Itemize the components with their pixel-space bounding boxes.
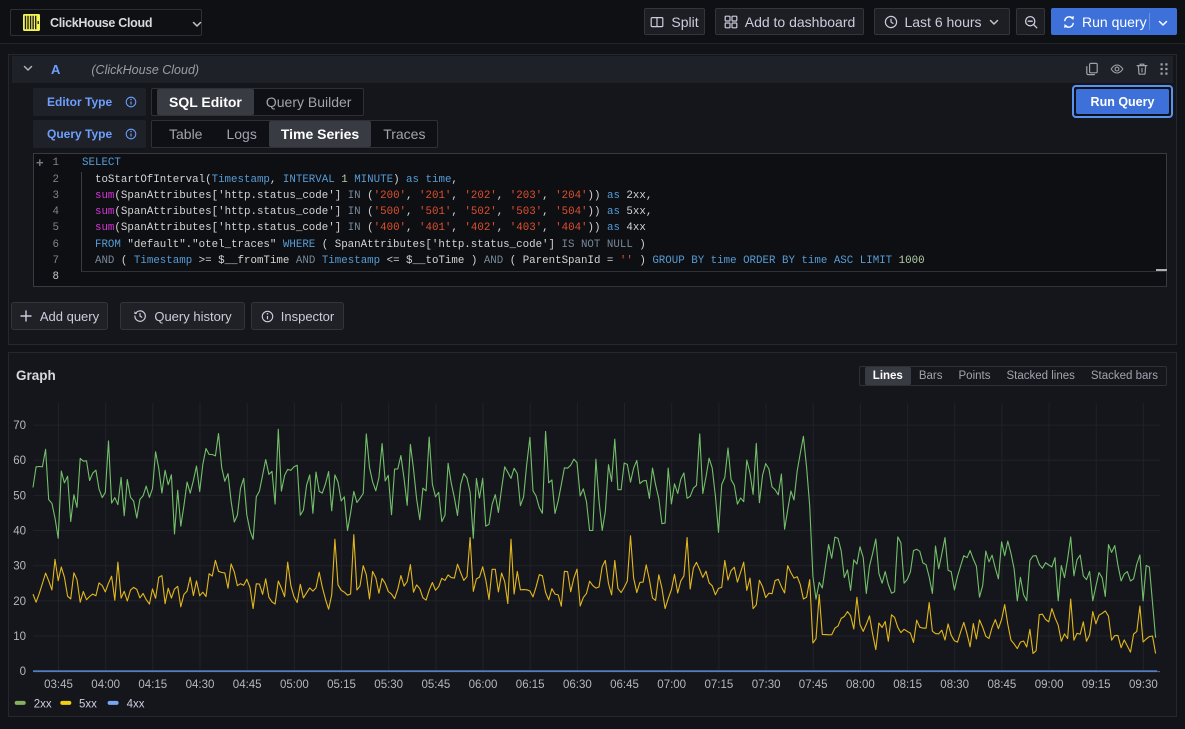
svg-text:40: 40 [13,526,26,538]
svg-text:04:15: 04:15 [138,679,167,691]
svg-text:07:15: 07:15 [705,679,734,691]
svg-text:07:45: 07:45 [799,679,828,691]
svg-text:08:45: 08:45 [988,679,1017,691]
svg-text:09:30: 09:30 [1129,679,1158,691]
svg-text:4xx: 4xx [127,699,145,711]
svg-text:04:45: 04:45 [233,679,262,691]
svg-text:30: 30 [13,561,26,573]
svg-text:07:00: 07:00 [657,679,686,691]
svg-text:04:00: 04:00 [91,679,120,691]
svg-text:06:30: 06:30 [563,679,592,691]
svg-text:5xx: 5xx [79,699,97,711]
svg-text:70: 70 [13,420,26,432]
svg-text:05:15: 05:15 [327,679,356,691]
svg-text:08:00: 08:00 [846,679,875,691]
svg-text:50: 50 [13,490,26,502]
svg-text:60: 60 [13,455,26,467]
svg-text:10: 10 [13,631,26,643]
svg-text:06:15: 06:15 [516,679,545,691]
svg-text:06:00: 06:00 [469,679,498,691]
svg-text:08:15: 08:15 [893,679,922,691]
svg-text:05:30: 05:30 [374,679,403,691]
svg-text:09:00: 09:00 [1035,679,1064,691]
svg-text:05:45: 05:45 [422,679,451,691]
svg-text:2xx: 2xx [34,699,52,711]
svg-text:20: 20 [13,596,26,608]
svg-text:04:30: 04:30 [186,679,215,691]
svg-text:09:15: 09:15 [1082,679,1111,691]
svg-text:08:30: 08:30 [940,679,969,691]
svg-text:05:00: 05:00 [280,679,309,691]
svg-text:0: 0 [20,666,26,678]
svg-text:06:45: 06:45 [610,679,639,691]
svg-text:03:45: 03:45 [44,679,73,691]
svg-text:07:30: 07:30 [752,679,781,691]
